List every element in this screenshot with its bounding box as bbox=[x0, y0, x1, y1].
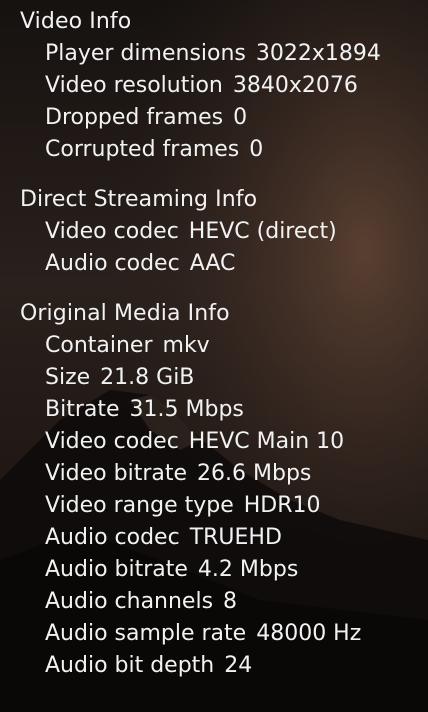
info-label: Bitrate bbox=[45, 397, 120, 422]
original-media-info-section: Original Media Info Container mkv Size 21.… bbox=[20, 298, 428, 682]
info-value: TRUEHD bbox=[189, 525, 282, 550]
info-label: Corrupted frames bbox=[45, 137, 240, 162]
info-value: 8 bbox=[223, 589, 238, 614]
info-value: 4.2 Mbps bbox=[197, 557, 299, 582]
info-row-video-codec: Video codec HEVC (direct) bbox=[20, 216, 428, 248]
info-label: Size bbox=[45, 365, 91, 390]
info-row-video-resolution: Video resolution 3840x2076 bbox=[20, 70, 428, 102]
info-value: 26.6 Mbps bbox=[197, 461, 312, 486]
info-value: HEVC (direct) bbox=[188, 219, 337, 244]
info-value: 21.8 GiB bbox=[100, 365, 195, 390]
info-row-video-codec: Video codec HEVC Main 10 bbox=[20, 426, 428, 458]
info-value: 0 bbox=[249, 137, 264, 162]
info-value: HDR10 bbox=[243, 493, 321, 518]
info-label: Audio codec bbox=[45, 251, 180, 276]
info-label: Container bbox=[45, 333, 153, 358]
info-row-container: Container mkv bbox=[20, 330, 428, 362]
info-value: 3840x2076 bbox=[232, 73, 358, 98]
video-info-section: Video Info Player dimensions 3022x1894 Vi… bbox=[20, 6, 428, 166]
info-value: 24 bbox=[224, 653, 253, 678]
section-title: Video Info bbox=[20, 9, 132, 34]
info-row-audio-bit-depth: Audio bit depth 24 bbox=[20, 650, 428, 682]
info-row-dropped-frames: Dropped frames 0 bbox=[20, 102, 428, 134]
info-value: HEVC Main 10 bbox=[188, 429, 345, 454]
info-label: Audio sample rate bbox=[45, 621, 247, 646]
info-value: AAC bbox=[189, 251, 236, 276]
info-value: mkv bbox=[162, 333, 210, 358]
info-row-bitrate: Bitrate 31.5 Mbps bbox=[20, 394, 428, 426]
info-row-audio-codec: Audio codec TRUEHD bbox=[20, 522, 428, 554]
direct-streaming-info-section: Direct Streaming Info Video codec HEVC (d… bbox=[20, 184, 428, 280]
info-value: 48000 Hz bbox=[256, 621, 362, 646]
section-title: Original Media Info bbox=[20, 301, 230, 326]
info-row-audio-codec: Audio codec AAC bbox=[20, 248, 428, 280]
info-value: 0 bbox=[233, 105, 248, 130]
info-label: Audio bitrate bbox=[45, 557, 188, 582]
info-label: Dropped frames bbox=[45, 105, 224, 130]
info-label: Video bitrate bbox=[45, 461, 188, 486]
info-label: Audio channels bbox=[45, 589, 214, 614]
info-row-audio-sample-rate: Audio sample rate 48000 Hz bbox=[20, 618, 428, 650]
info-row-size: Size 21.8 GiB bbox=[20, 362, 428, 394]
info-row-corrupted-frames: Corrupted frames 0 bbox=[20, 134, 428, 166]
info-value: 3022x1894 bbox=[255, 41, 381, 66]
info-row-audio-channels: Audio channels 8 bbox=[20, 586, 428, 618]
info-value: 31.5 Mbps bbox=[129, 397, 244, 422]
info-label: Video resolution bbox=[45, 73, 223, 98]
playback-info-overlay: Video Info Player dimensions 3022x1894 Vi… bbox=[0, 0, 428, 712]
info-row-video-bitrate: Video bitrate 26.6 Mbps bbox=[20, 458, 428, 490]
info-label: Video range type bbox=[45, 493, 234, 518]
info-row-player-dimensions: Player dimensions 3022x1894 bbox=[20, 38, 428, 70]
info-label: Player dimensions bbox=[45, 41, 246, 66]
info-label: Audio codec bbox=[45, 525, 180, 550]
info-row-audio-bitrate: Audio bitrate 4.2 Mbps bbox=[20, 554, 428, 586]
info-label: Video codec bbox=[45, 219, 179, 244]
info-row-video-range-type: Video range type HDR10 bbox=[20, 490, 428, 522]
section-title: Direct Streaming Info bbox=[20, 187, 258, 212]
info-label: Video codec bbox=[45, 429, 179, 454]
info-label: Audio bit depth bbox=[45, 653, 215, 678]
